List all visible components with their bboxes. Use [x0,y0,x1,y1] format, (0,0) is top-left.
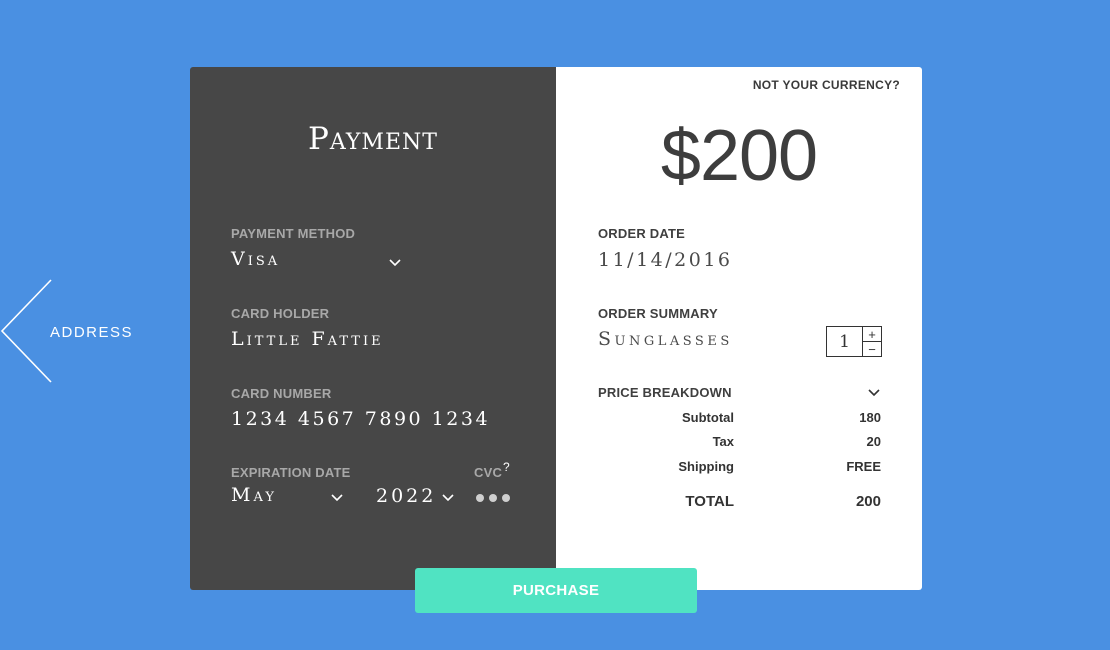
change-currency-link[interactable]: NOT YOUR CURRENCY? [753,78,900,92]
order-summary-label: ORDER SUMMARY [598,306,718,321]
back-label: ADDRESS [50,324,134,341]
card-holder-label: CARD HOLDER [231,306,330,321]
chevron-down-icon[interactable] [330,493,344,503]
breakdown-value: 180 [859,410,881,425]
cvc-label: CVC [474,465,503,480]
cvc-dot [502,494,510,502]
breakdown-row-shipping: Shipping FREE [598,459,881,474]
page-title: Payment [308,121,438,157]
cvc-field[interactable] [476,494,510,502]
chevron-left-icon [0,279,52,383]
breakdown-value: FREE [846,459,881,474]
expiration-year-select[interactable]: 2022 [376,485,436,507]
total-row: TOTAL 200 [598,493,881,510]
order-date-value: 11/14/2016 [598,249,733,271]
expiration-month-select[interactable]: May [231,484,277,506]
breakdown-row-subtotal: Subtotal 180 [598,410,881,425]
breakdown-label: Shipping [678,459,734,474]
order-panel: NOT YOUR CURRENCY? $200 ORDER DATE 11/14… [556,67,922,590]
payment-panel: Payment PAYMENT METHOD Visa CARD HOLDER … [190,67,556,590]
chevron-down-icon[interactable] [867,388,881,398]
increment-button[interactable]: + [863,327,881,341]
breakdown-row-tax: Tax 20 [598,434,881,449]
expiration-date-label: EXPIRATION DATE [231,465,351,480]
quantity-buttons: + − [863,327,881,356]
order-item-name: Sunglasses [598,328,733,350]
breakdown-label: Subtotal [682,410,734,425]
checkout-card: Payment PAYMENT METHOD Visa CARD HOLDER … [190,67,922,590]
chevron-down-icon[interactable] [388,258,402,268]
payment-method-select[interactable]: Visa [231,248,280,270]
total-label: TOTAL [685,493,734,510]
card-number-field[interactable]: 1234 4567 7890 1234 [231,408,490,430]
card-number-label: CARD NUMBER [231,386,332,401]
payment-method-label: PAYMENT METHOD [231,226,356,241]
breakdown-label: Tax [712,434,734,449]
back-to-address[interactable]: ADDRESS [0,278,150,384]
quantity-stepper[interactable]: 1 + − [826,326,882,357]
purchase-button[interactable]: PURCHASE [415,568,697,613]
order-date-label: ORDER DATE [598,226,685,241]
cvc-dot [489,494,497,502]
price-breakdown-label[interactable]: PRICE BREAKDOWN [598,385,732,400]
card-holder-field[interactable]: Little Fattie [231,328,384,350]
breakdown-value: 20 [866,434,881,449]
decrement-button[interactable]: − [863,341,881,356]
quantity-value[interactable]: 1 [827,327,863,356]
chevron-down-icon[interactable] [441,493,455,503]
question-icon[interactable]: ? [503,460,510,474]
order-amount: $200 [660,116,818,196]
cvc-dot [476,494,484,502]
total-value: 200 [855,493,881,510]
